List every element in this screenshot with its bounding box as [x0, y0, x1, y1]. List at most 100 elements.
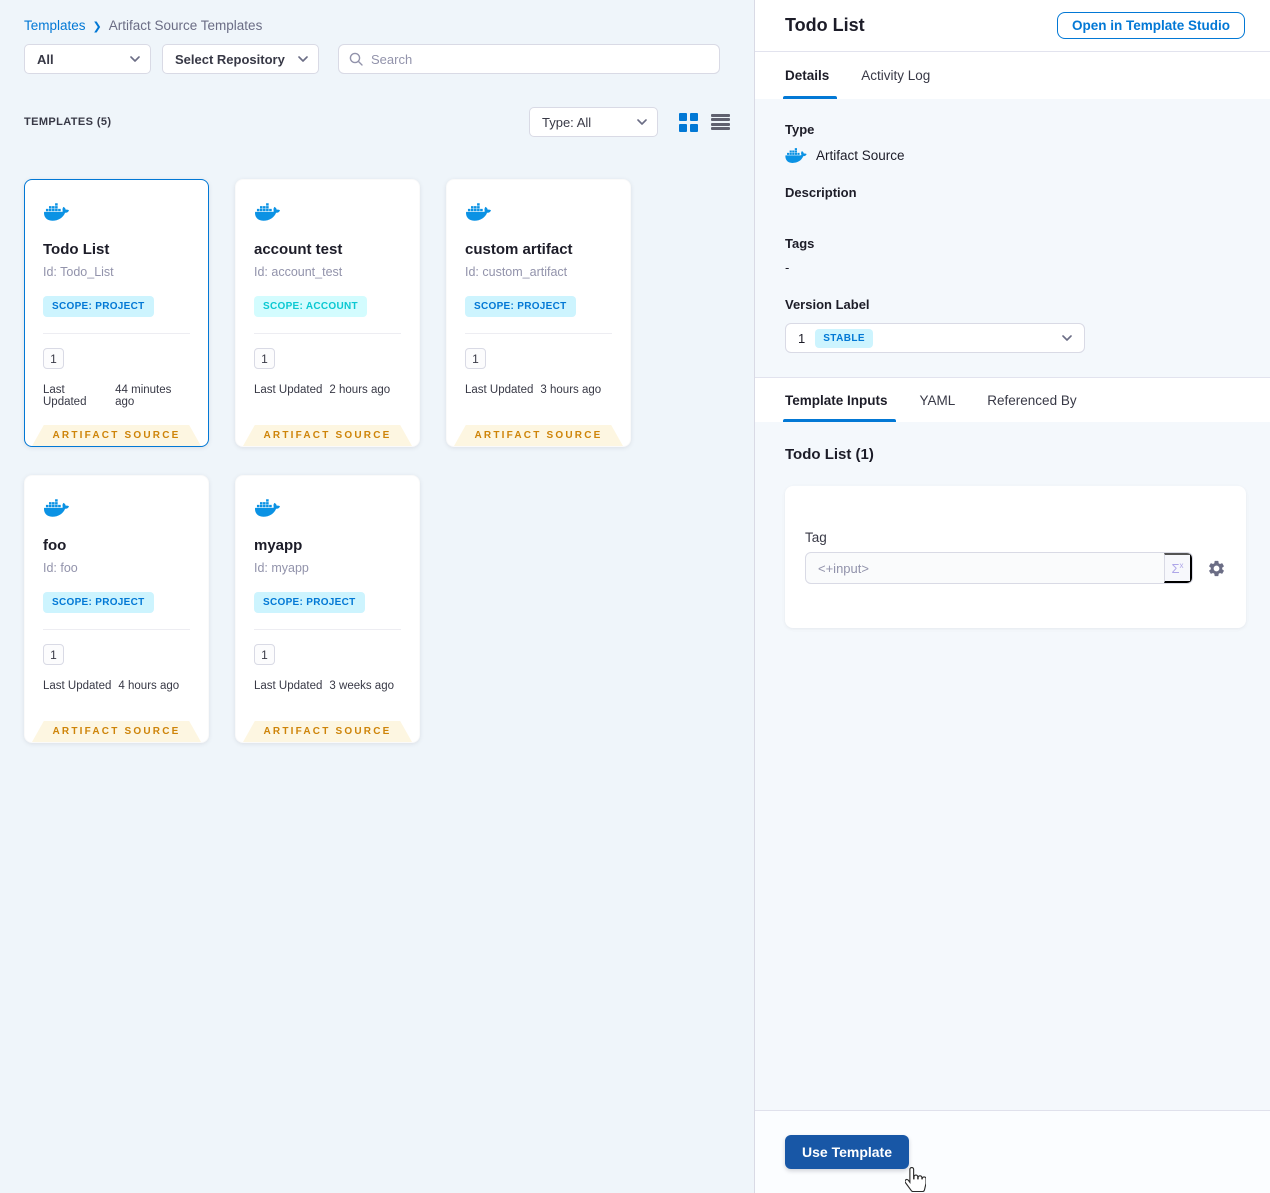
last-updated-value: 4 hours ago — [118, 680, 180, 692]
version-count-badge: 1 — [254, 348, 275, 369]
version-count-badge: 1 — [43, 644, 64, 665]
template-inputs-section: Todo List (1) Tag <+input> Σx — [755, 422, 1270, 1110]
open-in-template-studio-button[interactable]: Open in Template Studio — [1056, 12, 1245, 39]
inputs-card: Tag <+input> Σx — [785, 486, 1246, 628]
card-divider — [254, 333, 401, 334]
last-updated: Last Updated 3 weeks ago — [254, 680, 401, 692]
chevron-down-icon — [1062, 335, 1072, 341]
scope-badge: SCOPE: PROJECT — [254, 592, 365, 613]
artifact-source-ribbon: ARTIFACT SOURCE — [243, 721, 412, 742]
details-panel-header: Todo List Open in Template Studio — [755, 0, 1270, 52]
tags-label: Tags — [785, 236, 815, 251]
filter-row: All Select Repository — [24, 44, 730, 74]
template-card-id: Id: custom_artifact — [465, 265, 568, 279]
details-tabbar: Details Activity Log — [755, 52, 1270, 99]
template-card-todo-list[interactable]: Todo List Id: Todo_List SCOPE: PROJECT 1… — [24, 179, 209, 447]
expression-toggle-button[interactable]: Σx — [1164, 553, 1192, 583]
scope-badge: SCOPE: PROJECT — [465, 296, 576, 317]
templates-count-label: TEMPLATES (5) — [24, 116, 112, 128]
chevron-down-icon — [298, 56, 308, 62]
breadcrumb-separator-icon: ❯ — [92, 20, 102, 33]
repository-filter-value: Select Repository — [175, 51, 285, 67]
template-card-foo[interactable]: foo Id: foo SCOPE: PROJECT 1 Last Update… — [24, 475, 209, 743]
templates-list-panel: Templates ❯ Artifact Source Templates Al… — [0, 0, 755, 1193]
scope-badge: SCOPE: PROJECT — [43, 592, 154, 613]
card-divider — [465, 333, 612, 334]
last-updated-label: Last Updated — [43, 680, 112, 692]
template-card-custom-artifact[interactable]: custom artifact Id: custom_artifact SCOP… — [446, 179, 631, 447]
docker-icon — [43, 499, 69, 517]
template-card-grid: Todo List Id: Todo_List SCOPE: PROJECT 1… — [24, 179, 730, 743]
last-updated-value: 44 minutes ago — [115, 384, 172, 408]
template-card-myapp[interactable]: myapp Id: myapp SCOPE: PROJECT 1 Last Up… — [235, 475, 420, 743]
use-template-button[interactable]: Use Template — [785, 1135, 909, 1169]
scope-badge: SCOPE: ACCOUNT — [254, 296, 367, 317]
list-view-icon[interactable] — [711, 114, 730, 130]
repository-filter-dropdown[interactable]: Select Repository — [162, 44, 319, 74]
list-header: TEMPLATES (5) Type: All — [24, 107, 730, 137]
artifact-source-ribbon: ARTIFACT SOURCE — [32, 721, 201, 742]
tag-label: Tag — [805, 530, 827, 545]
type-value: Artifact Source — [816, 148, 905, 163]
search-input[interactable] — [371, 51, 709, 67]
description-label: Description — [785, 185, 857, 200]
card-divider — [43, 629, 190, 630]
tab-template-inputs[interactable]: Template Inputs — [783, 378, 895, 422]
stable-badge: STABLE — [815, 328, 873, 348]
tab-activity-log[interactable]: Activity Log — [861, 52, 930, 99]
version-label: Version Label — [785, 297, 870, 312]
details-section: Type Artifact Source Description Tags - … — [755, 99, 1270, 377]
docker-icon — [785, 148, 807, 163]
version-count-badge: 1 — [43, 348, 64, 369]
template-card-account-test[interactable]: account test Id: account_test SCOPE: ACC… — [235, 179, 420, 447]
template-card-id: Id: foo — [43, 561, 78, 575]
details-panel-footer: Use Template — [755, 1110, 1270, 1193]
template-card-title: custom artifact — [465, 241, 573, 258]
last-updated: Last Updated 2 hours ago — [254, 384, 401, 396]
panel-title: Todo List — [785, 15, 865, 35]
tab-yaml[interactable]: YAML — [920, 378, 956, 422]
scope-filter-dropdown[interactable]: All — [24, 44, 151, 74]
template-details-panel: Todo List Open in Template Studio Detail… — [755, 0, 1270, 1193]
docker-icon — [254, 499, 280, 517]
search-icon — [349, 52, 363, 66]
docker-icon — [465, 203, 491, 221]
version-count-badge: 1 — [254, 644, 275, 665]
artifact-source-ribbon: ARTIFACT SOURCE — [454, 425, 623, 446]
last-updated-value: 3 hours ago — [540, 384, 602, 396]
scope-badge: SCOPE: PROJECT — [43, 296, 154, 317]
app: Templates ❯ Artifact Source Templates Al… — [0, 0, 1270, 1193]
last-updated-value: 3 weeks ago — [329, 680, 394, 692]
artifact-source-ribbon: ARTIFACT SOURCE — [243, 425, 412, 446]
template-card-title: account test — [254, 241, 343, 258]
view-controls: Type: All — [529, 107, 730, 137]
tag-input[interactable]: <+input> Σx — [805, 552, 1193, 584]
type-filter-dropdown[interactable]: Type: All — [529, 107, 658, 137]
last-updated-value: 2 hours ago — [329, 384, 391, 396]
breadcrumb-templates-link[interactable]: Templates — [24, 18, 86, 33]
version-value: 1 — [798, 330, 806, 346]
tab-details[interactable]: Details — [782, 52, 838, 99]
settings-gear-icon[interactable] — [1207, 559, 1226, 578]
search-box — [338, 44, 720, 74]
template-card-id: Id: account_test — [254, 265, 343, 279]
card-divider — [254, 629, 401, 630]
last-updated-label: Last Updated — [254, 680, 323, 692]
last-updated-label: Last Updated — [465, 384, 534, 396]
artifact-source-ribbon: ARTIFACT SOURCE — [32, 425, 201, 446]
docker-icon — [254, 203, 280, 221]
docker-icon — [43, 203, 69, 221]
version-label-dropdown[interactable]: 1 STABLE — [785, 323, 1085, 353]
breadcrumb: Templates ❯ Artifact Source Templates — [24, 18, 730, 33]
template-card-title: foo — [43, 537, 67, 554]
last-updated: Last Updated 4 hours ago — [43, 680, 190, 692]
tab-referenced-by[interactable]: Referenced By — [987, 378, 1076, 422]
type-label: Type — [785, 122, 815, 137]
breadcrumb-current: Artifact Source Templates — [108, 18, 263, 33]
last-updated: Last Updated 3 hours ago — [465, 384, 612, 396]
inputs-tabbar: Template Inputs YAML Referenced By — [755, 377, 1270, 422]
template-card-id: Id: myapp — [254, 561, 309, 575]
grid-view-icon[interactable] — [679, 112, 698, 132]
template-card-title: Todo List — [43, 241, 110, 258]
last-updated-label: Last Updated — [254, 384, 323, 396]
